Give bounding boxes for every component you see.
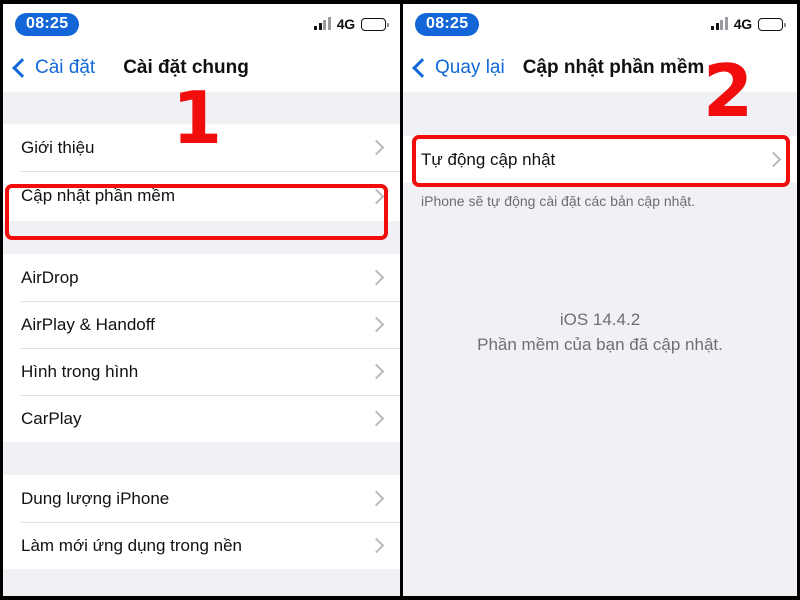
- row-label: Cập nhật phần mềm: [21, 186, 176, 205]
- status-bar-right: 08:25 4G: [403, 4, 797, 44]
- row-label: AirPlay & Handoff: [21, 314, 155, 334]
- settings-group-1: Giới thiệu Cập nhật phần mềm: [3, 124, 400, 221]
- sidebar-item-software-update[interactable]: Cập nhật phần mềm: [3, 171, 400, 221]
- nav-bar-right: Quay lại Cập nhật phần mềm: [403, 44, 797, 92]
- chevron-left-icon: [412, 58, 432, 78]
- back-button-label: Cài đặt: [35, 57, 96, 78]
- row-label: Hình trong hình: [21, 361, 139, 381]
- page-title: Cập nhật phần mềm: [522, 57, 705, 78]
- list-gap-top: [3, 92, 400, 124]
- chevron-right-icon: [368, 269, 385, 286]
- chevron-right-icon: [368, 139, 385, 156]
- left-phone-screen: 08:25 4G Cài đặt Cài đặt chung Giới thiệ…: [0, 0, 400, 600]
- row-label: Làm mới ứng dụng trong nền: [21, 535, 242, 555]
- row-label: AirDrop: [21, 267, 79, 287]
- settings-list-left: Giới thiệu Cập nhật phần mềm AirDrop Air…: [3, 92, 400, 596]
- update-status-label: Phần mềm của bạn đã cập nhật.: [477, 335, 723, 355]
- update-status-block: iOS 14.4.2 Phần mềm của bạn đã cập nhật.: [403, 307, 797, 358]
- network-type-label: 4G: [733, 16, 752, 32]
- battery-icon: [361, 17, 389, 31]
- sidebar-item-picture-in-picture[interactable]: Hình trong hình: [3, 348, 400, 395]
- back-button-settings[interactable]: Cài đặt: [12, 57, 96, 79]
- chevron-right-icon: [368, 410, 385, 427]
- nav-bar-left: Cài đặt Cài đặt chung: [3, 44, 400, 92]
- sidebar-item-iphone-storage[interactable]: Dung lượng iPhone: [3, 475, 400, 522]
- chevron-right-icon: [368, 188, 385, 204]
- row-label: Dung lượng iPhone: [21, 488, 170, 508]
- chevron-right-icon: [368, 537, 385, 554]
- sidebar-item-carplay[interactable]: CarPlay: [3, 395, 400, 442]
- signal-bars-icon: [314, 17, 331, 30]
- battery-icon: [758, 17, 786, 31]
- sidebar-item-about[interactable]: Giới thiệu: [3, 124, 400, 171]
- panel-gap-top: [403, 92, 797, 136]
- ios-version-label: iOS 14.4.2: [559, 309, 641, 329]
- status-bar-left: 08:25 4G: [3, 4, 400, 44]
- signal-bars-icon: [711, 17, 728, 30]
- chevron-left-icon: [12, 58, 32, 78]
- row-label: Tự động cập nhật: [421, 149, 556, 169]
- status-indicators: 4G: [711, 16, 786, 32]
- list-gap-2: [3, 442, 400, 475]
- settings-group-3: Dung lượng iPhone Làm mới ứng dụng trong…: [3, 475, 400, 569]
- row-label: CarPlay: [21, 408, 82, 428]
- status-time: 08:25: [15, 12, 80, 36]
- chevron-right-icon: [368, 363, 385, 380]
- sidebar-item-background-app-refresh[interactable]: Làm mới ứng dụng trong nền: [3, 522, 400, 569]
- automatic-updates-footnote: iPhone sẽ tự động cài đặt các bản cập nh…: [421, 193, 696, 209]
- row-label: Giới thiệu: [21, 137, 95, 157]
- back-button-general[interactable]: Quay lại: [412, 57, 505, 79]
- row-automatic-updates[interactable]: Tự động cập nhật: [403, 136, 797, 183]
- right-phone-screen: 08:25 4G Quay lại Cập nhật phần mềm Tự đ…: [400, 0, 800, 600]
- chevron-right-icon: [368, 316, 385, 333]
- list-gap-1: [3, 221, 400, 254]
- sidebar-item-airdrop[interactable]: AirDrop: [3, 254, 400, 301]
- dual-screenshot-container: 08:25 4G Cài đặt Cài đặt chung Giới thiệ…: [0, 0, 800, 600]
- page-title: Cài đặt chung: [123, 57, 249, 78]
- status-indicators: 4G: [314, 16, 389, 32]
- back-button-label: Quay lại: [435, 57, 505, 78]
- settings-group-2: AirDrop AirPlay & Handoff Hình trong hìn…: [3, 254, 400, 442]
- automatic-updates-group: Tự động cập nhật: [403, 136, 797, 183]
- status-time: 08:25: [415, 12, 480, 36]
- software-update-panel: Tự động cập nhật iPhone sẽ tự động cài đ…: [403, 92, 797, 596]
- chevron-right-icon: [368, 490, 385, 507]
- sidebar-item-airplay-handoff[interactable]: AirPlay & Handoff: [3, 301, 400, 348]
- network-type-label: 4G: [336, 16, 355, 32]
- chevron-right-icon: [765, 151, 782, 168]
